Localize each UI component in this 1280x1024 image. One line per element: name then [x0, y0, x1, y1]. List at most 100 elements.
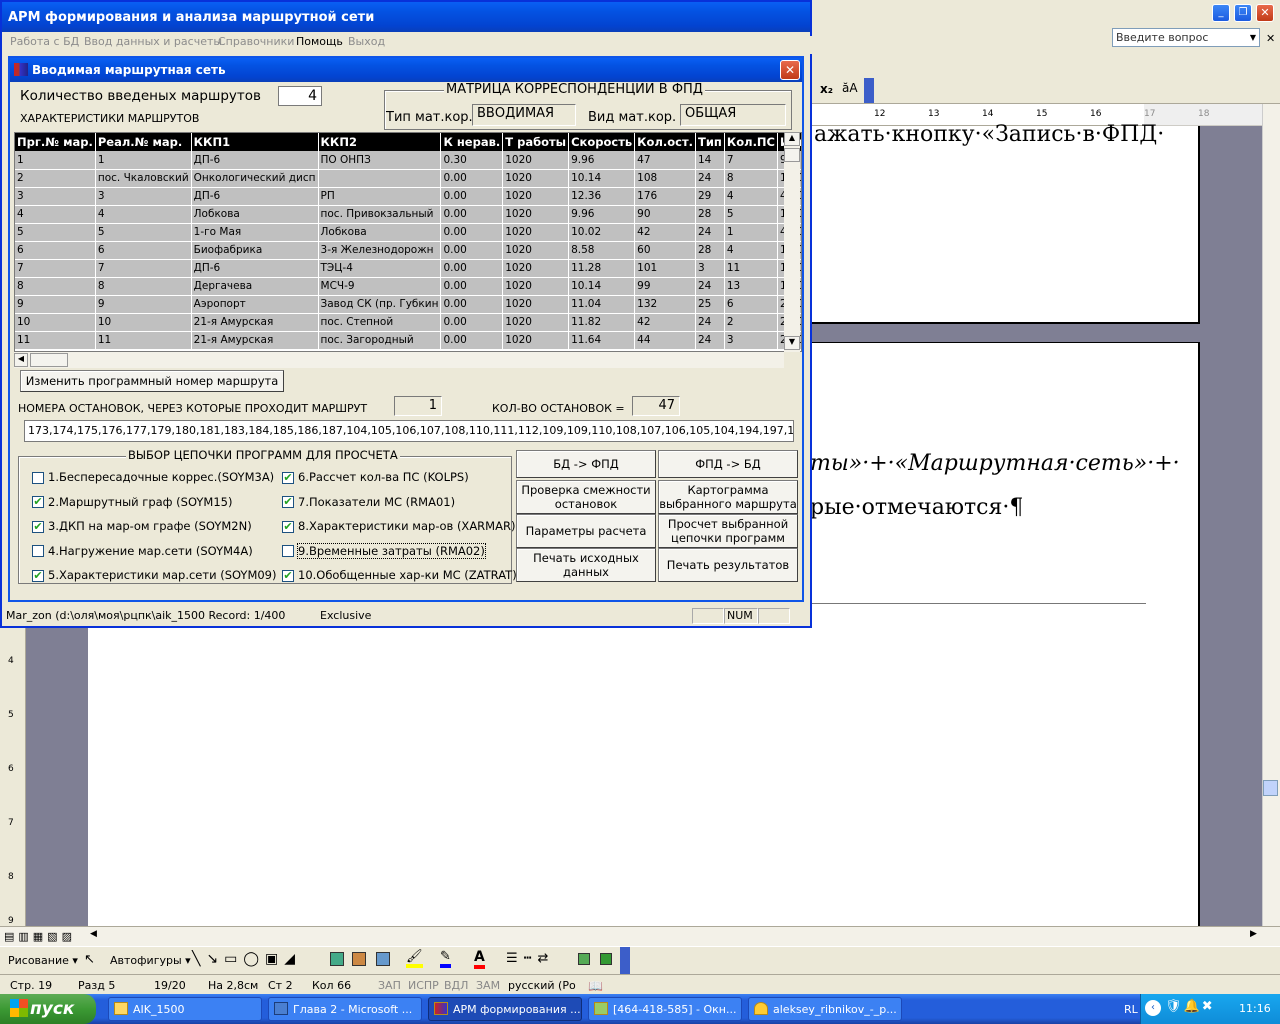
- clipart-icon[interactable]: [330, 952, 344, 966]
- table-row[interactable]: 6 6 Биофабрика 3-я Железнодорожн 0.00 1020 8.5…: [15, 241, 801, 260]
- font-color-icon[interactable]: A: [474, 949, 485, 969]
- table-row[interactable]: 11ДП-6ПО ОНПЗ0.3010209.96471479.0: [15, 151, 801, 170]
- table-cell[interactable]: МСЧ-9: [318, 277, 442, 296]
- table-cell[interactable]: Лобкова: [191, 205, 319, 224]
- table-cell[interactable]: 8.58: [568, 241, 636, 260]
- help-question-input[interactable]: Введите вопрос: [1112, 28, 1260, 47]
- table-cell[interactable]: Онкологический дисп: [191, 169, 319, 188]
- table-row[interactable]: 551-го МаяЛобкова0.00102010.024224146.0: [15, 223, 801, 242]
- table-cell[interactable]: пос. Чкаловский: [95, 169, 192, 188]
- stops-count-field[interactable]: 47: [632, 396, 680, 416]
- table-cell[interactable]: 1020: [502, 151, 570, 170]
- table-cell[interactable]: 29: [695, 187, 725, 206]
- table-cell[interactable]: 11: [724, 259, 779, 278]
- table-cell[interactable]: 108: [634, 169, 696, 188]
- table-cell[interactable]: 28: [695, 205, 725, 224]
- table-cell[interactable]: ДП-6: [191, 151, 319, 170]
- table-row[interactable]: 88ДергачеваМСЧ-90.00102010.1499241311.0: [15, 277, 801, 296]
- spelling-icon[interactable]: 📖: [588, 979, 603, 993]
- grid-vertical-scrollbar[interactable]: ▲ ▼: [784, 132, 800, 352]
- menu-item-reference[interactable]: Справочники: [218, 35, 294, 48]
- help-dropdown-icon[interactable]: ▼: [1248, 30, 1258, 45]
- routes-grid[interactable]: Прг.№ мар. Реал.№ мар. ККП1 ККП2 К нерав. Т р…: [14, 132, 802, 352]
- table-cell[interactable]: ТЭЦ-4: [318, 259, 442, 278]
- column-header[interactable]: Т работы: [502, 133, 570, 151]
- table-cell[interactable]: 7: [15, 259, 96, 278]
- pointer-icon[interactable]: ↖: [84, 952, 95, 967]
- checkbox[interactable]: ✔: [282, 520, 294, 533]
- table-cell[interactable]: ДП-6: [191, 259, 319, 278]
- menu-item-db[interactable]: Работа с БД: [10, 35, 79, 48]
- table-cell[interactable]: 47: [634, 151, 696, 170]
- table-cell[interactable]: 3: [695, 259, 725, 278]
- table-cell[interactable]: РП: [318, 187, 442, 206]
- routes-count-field[interactable]: 4: [278, 86, 322, 106]
- taskbar-item[interactable]: [464-418-585] - Окн...: [588, 997, 742, 1021]
- scroll-right-icon[interactable]: ▶: [1250, 929, 1262, 943]
- table-cell[interactable]: 10.02: [568, 223, 636, 242]
- word-close-icon[interactable]: ✕: [1256, 4, 1274, 22]
- table-cell[interactable]: 10.14: [568, 169, 636, 188]
- matrix-kind-field[interactable]: ОБЩАЯ: [680, 104, 786, 126]
- checkbox[interactable]: ✔: [32, 496, 44, 508]
- table-cell[interactable]: 8: [95, 277, 192, 296]
- column-header[interactable]: Реал.№ мар.: [95, 133, 192, 151]
- word-restore-icon[interactable]: ❐: [1234, 4, 1252, 22]
- table-cell[interactable]: 21-я Амурская: [191, 331, 319, 350]
- chain-checkbox-row[interactable]: ✔ 3.ДКП на мар-ом графе (SOYM2N): [32, 519, 252, 533]
- table-cell[interactable]: 12.36: [568, 187, 636, 206]
- table-cell[interactable]: Аэропорт: [191, 295, 319, 314]
- table-cell[interactable]: ДП-6: [191, 187, 319, 206]
- table-cell[interactable]: 3-я Железнодорожн: [318, 241, 442, 260]
- table-cell[interactable]: 21-я Амурская: [191, 313, 319, 332]
- checkbox[interactable]: [32, 471, 44, 484]
- table-cell[interactable]: 6: [95, 241, 192, 260]
- db-to-fpd-button[interactable]: БД -> ФПД: [516, 450, 656, 478]
- run-chain-button[interactable]: Просчет выбранной цепочки программ: [658, 514, 798, 548]
- table-cell[interactable]: 9: [95, 295, 192, 314]
- table-cell[interactable]: 1020: [502, 259, 570, 278]
- table-cell[interactable]: 0.00: [440, 259, 504, 278]
- table-cell[interactable]: 1020: [502, 313, 570, 332]
- table-cell[interactable]: 90: [634, 205, 696, 224]
- menu-item-help[interactable]: Помощь: [296, 35, 343, 48]
- column-header[interactable]: К нерав.: [440, 133, 504, 151]
- table-cell[interactable]: 2: [15, 169, 96, 188]
- table-cell[interactable]: 24: [695, 223, 725, 242]
- table-cell[interactable]: 6: [724, 295, 779, 314]
- table-cell[interactable]: пос. Степной: [318, 313, 442, 332]
- chain-checkbox-row[interactable]: ✔ 8.Характеристики мар-ов (XARMAR): [282, 519, 515, 533]
- menu-item-input[interactable]: Ввод данных и расчеты: [84, 35, 222, 48]
- table-cell[interactable]: 0.00: [440, 169, 504, 188]
- drawing-menu[interactable]: Рисование ▾: [8, 954, 78, 967]
- table-cell[interactable]: 2: [724, 313, 779, 332]
- table-cell[interactable]: 1020: [502, 187, 570, 206]
- print-results-button[interactable]: Печать результатов: [658, 548, 798, 582]
- table-cell[interactable]: 10: [95, 313, 192, 332]
- line-color-icon[interactable]: ✎: [440, 949, 451, 968]
- 3d-icon[interactable]: [600, 953, 612, 965]
- table-cell[interactable]: 1020: [502, 223, 570, 242]
- table-cell[interactable]: 24: [695, 277, 725, 296]
- check-stops-adjacency-button[interactable]: Проверка смежности остановок: [516, 480, 656, 514]
- table-cell[interactable]: 7: [724, 151, 779, 170]
- taskbar-item[interactable]: АРМ формирования ...: [428, 997, 582, 1021]
- dialog-close-button[interactable]: ✕: [780, 60, 800, 80]
- table-cell[interactable]: 1: [724, 223, 779, 242]
- scroll-down-icon[interactable]: ▼: [784, 336, 800, 350]
- table-cell[interactable]: 42: [634, 223, 696, 242]
- table-cell[interactable]: 0.00: [440, 223, 504, 242]
- fill-color-icon[interactable]: 🖌: [406, 949, 423, 968]
- table-cell[interactable]: 101: [634, 259, 696, 278]
- table-cell[interactable]: Биофабрика: [191, 241, 319, 260]
- autoshapes-menu[interactable]: Автофигуры ▾: [110, 954, 191, 967]
- table-cell[interactable]: Дергачева: [191, 277, 319, 296]
- table-cell[interactable]: Завод СК (пр. Губкин: [318, 295, 442, 314]
- line-style-icons[interactable]: ☰┅⇄: [506, 951, 554, 966]
- table-cell[interactable]: 6: [15, 241, 96, 260]
- table-cell[interactable]: 3: [15, 187, 96, 206]
- table-cell[interactable]: 0.00: [440, 187, 504, 206]
- table-cell[interactable]: 0.00: [440, 241, 504, 260]
- table-cell[interactable]: 11.82: [568, 313, 636, 332]
- table-cell[interactable]: 11.28: [568, 259, 636, 278]
